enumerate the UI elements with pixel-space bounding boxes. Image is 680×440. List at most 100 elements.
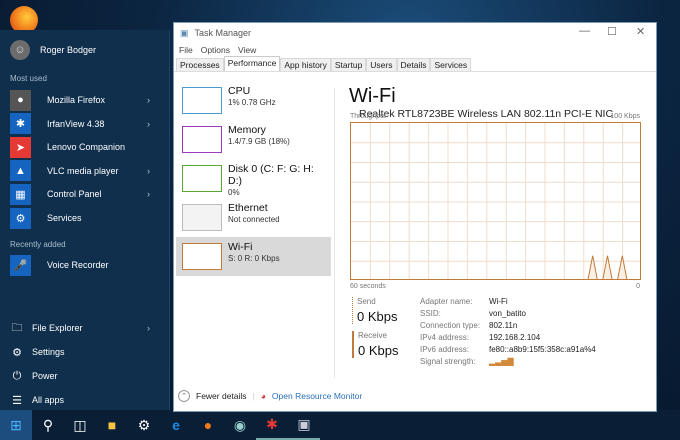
menu-options[interactable]: Options (201, 45, 230, 55)
receive-stat: Receive 0 Kbps (352, 331, 398, 358)
resource-value: 1.4/7.9 GB (18%) (228, 137, 290, 146)
resource-value: Not connected (228, 215, 280, 224)
power-icon: ⏻ (12, 369, 22, 382)
app-item[interactable]: ● Mozilla Firefox › (10, 89, 160, 111)
resource-name: Memory (228, 124, 266, 136)
separator: | (252, 391, 255, 401)
tab-users[interactable]: Users (366, 58, 397, 71)
task-manager-window: ▣ Task Manager — ☐ ✕ File Options View Pro… (173, 22, 657, 412)
menu-file[interactable]: File (179, 45, 193, 55)
detail-value: fe80::a8b9:15f5:358c:a91a%4 (489, 345, 596, 354)
task-view-icon[interactable]: ◫ (64, 410, 96, 440)
send-value: 0 Kbps (357, 309, 398, 324)
tab-services[interactable]: Services (430, 58, 472, 71)
edge-icon[interactable]: e (160, 410, 192, 440)
receive-value: 0 Kbps (358, 343, 399, 358)
item-label: All apps (32, 395, 65, 405)
avatar: ☺ (10, 40, 30, 60)
app-item[interactable]: ⚙ Services (10, 207, 160, 229)
start-power[interactable]: ⏻ Power (10, 366, 160, 386)
start-settings[interactable]: ⚙ Settings (10, 342, 160, 362)
window-title: Task Manager (194, 28, 252, 38)
receive-label: Receive (358, 331, 387, 340)
resource-item[interactable]: Wi-Fi S: 0 R: 0 Kbps (176, 237, 331, 276)
app-label: Control Panel (47, 189, 102, 200)
task-manager-icon[interactable]: ▣ (288, 410, 320, 440)
app-label: Voice Recorder (47, 260, 109, 270)
all-apps-icon: ☰ (12, 394, 22, 407)
app-label: Services (47, 213, 82, 223)
app-item[interactable]: ▲ VLC media player › (10, 160, 160, 182)
start-menu: ☺ Roger Bodger Most used ● Mozilla Firefo… (0, 30, 170, 410)
resource-thumbnail (182, 87, 222, 114)
chevron-right-icon[interactable]: › (147, 189, 150, 199)
resource-value: 0% (228, 188, 240, 197)
graph-max: 100 Kbps (610, 113, 640, 120)
detail-value: 802.11n (489, 321, 518, 330)
app-item[interactable]: ✱ IrfanView 4.38 › (10, 113, 160, 135)
irfanview-icon[interactable]: ✱ (256, 410, 288, 440)
irfanview-icon: ✱ (10, 113, 31, 135)
app-label: IrfanView 4.38 (47, 118, 105, 129)
start-all-apps[interactable]: ☰ All apps (10, 390, 160, 410)
send-label: Send (357, 297, 376, 306)
resource-item[interactable]: Disk 0 (C: F: G: H: D:) 0% (176, 159, 331, 198)
most-used-label: Most used (10, 74, 47, 83)
chevron-right-icon[interactable]: › (147, 166, 150, 176)
chevron-right-icon[interactable]: › (147, 323, 150, 333)
minimize-button[interactable]: — (579, 25, 590, 37)
tab-app-history[interactable]: App history (280, 58, 331, 71)
taskbar: ⊞ ⚲ ◫ ■ ⚙ e ● ◉ ✱ ▣ (0, 410, 680, 440)
detail-key: SSID: (420, 309, 441, 318)
item-label: Settings (32, 347, 65, 357)
menu-view[interactable]: View (238, 45, 256, 55)
send-stat: Send 0 Kbps (352, 297, 397, 324)
receive-area (587, 255, 628, 279)
resource-title: Wi-Fi (349, 85, 396, 107)
firefox-icon[interactable]: ● (192, 410, 224, 440)
file-explorer-icon: 🗀 (11, 321, 23, 334)
app-item[interactable]: ➤ Lenovo Companion (10, 136, 160, 158)
open-resource-monitor-link[interactable]: Open Resource Monitor (272, 391, 362, 401)
app-item[interactable]: ▦ Control Panel › (10, 183, 160, 205)
detail-value: 192.168.2.104 (489, 333, 541, 342)
resource-name: Wi-Fi (228, 241, 253, 253)
media-icon[interactable]: ◉ (224, 410, 256, 440)
tab-details[interactable]: Details (396, 58, 431, 71)
fewer-details-button[interactable]: Fewer details (196, 391, 247, 401)
search-icon[interactable]: ⚲ (32, 410, 64, 440)
settings-icon[interactable]: ⚙ (128, 410, 160, 440)
services-icon: ⚙ (10, 207, 31, 229)
lenovo-companion-icon: ➤ (10, 136, 31, 158)
resource-item[interactable]: CPU 1% 0.78 GHz (176, 81, 331, 120)
resource-item[interactable]: Ethernet Not connected (176, 198, 331, 237)
user-account[interactable]: ☺ Roger Bodger (10, 40, 96, 60)
start-button[interactable]: ⊞ (0, 410, 32, 440)
chevron-right-icon[interactable]: › (147, 95, 150, 105)
signal-strength-icon: ▂▃▅▇ (489, 357, 514, 366)
file-explorer-icon[interactable]: ■ (96, 410, 128, 440)
app-voice-recorder[interactable]: 🎤 Voice Recorder (10, 254, 160, 276)
start-file-explorer[interactable]: 🗀 File Explorer › (10, 318, 160, 338)
tab-processes[interactable]: Processes (176, 58, 224, 71)
footer: ⌃ Fewer details | ◕ Open Resource Monito… (178, 390, 362, 402)
resource-thumbnail (182, 126, 222, 153)
close-button[interactable]: ✕ (636, 25, 645, 38)
resource-item[interactable]: Memory 1.4/7.9 GB (18%) (176, 120, 331, 159)
tab-startup[interactable]: Startup (330, 58, 367, 71)
adapter-name: Realtek RTL8723BE Wireless LAN 802.11n P… (359, 108, 614, 120)
chevron-up-icon[interactable]: ⌃ (178, 390, 190, 402)
item-label: File Explorer (32, 323, 83, 333)
tab-performance[interactable]: Performance (223, 56, 281, 71)
maximize-button[interactable]: ☐ (607, 25, 617, 38)
resource-name: CPU (228, 85, 251, 97)
user-name: Roger Bodger (40, 45, 97, 55)
throughput-graph (350, 122, 641, 280)
resource-name: Ethernet (228, 202, 268, 214)
chevron-right-icon[interactable]: › (147, 119, 150, 129)
graph-label: Throughput (350, 113, 386, 120)
app-label: VLC media player (47, 165, 119, 176)
resource-name: Disk 0 (C: F: G: H: D:) (228, 163, 314, 187)
detail-key: Signal strength: (420, 357, 476, 366)
recently-added-label: Recently added (10, 240, 66, 249)
